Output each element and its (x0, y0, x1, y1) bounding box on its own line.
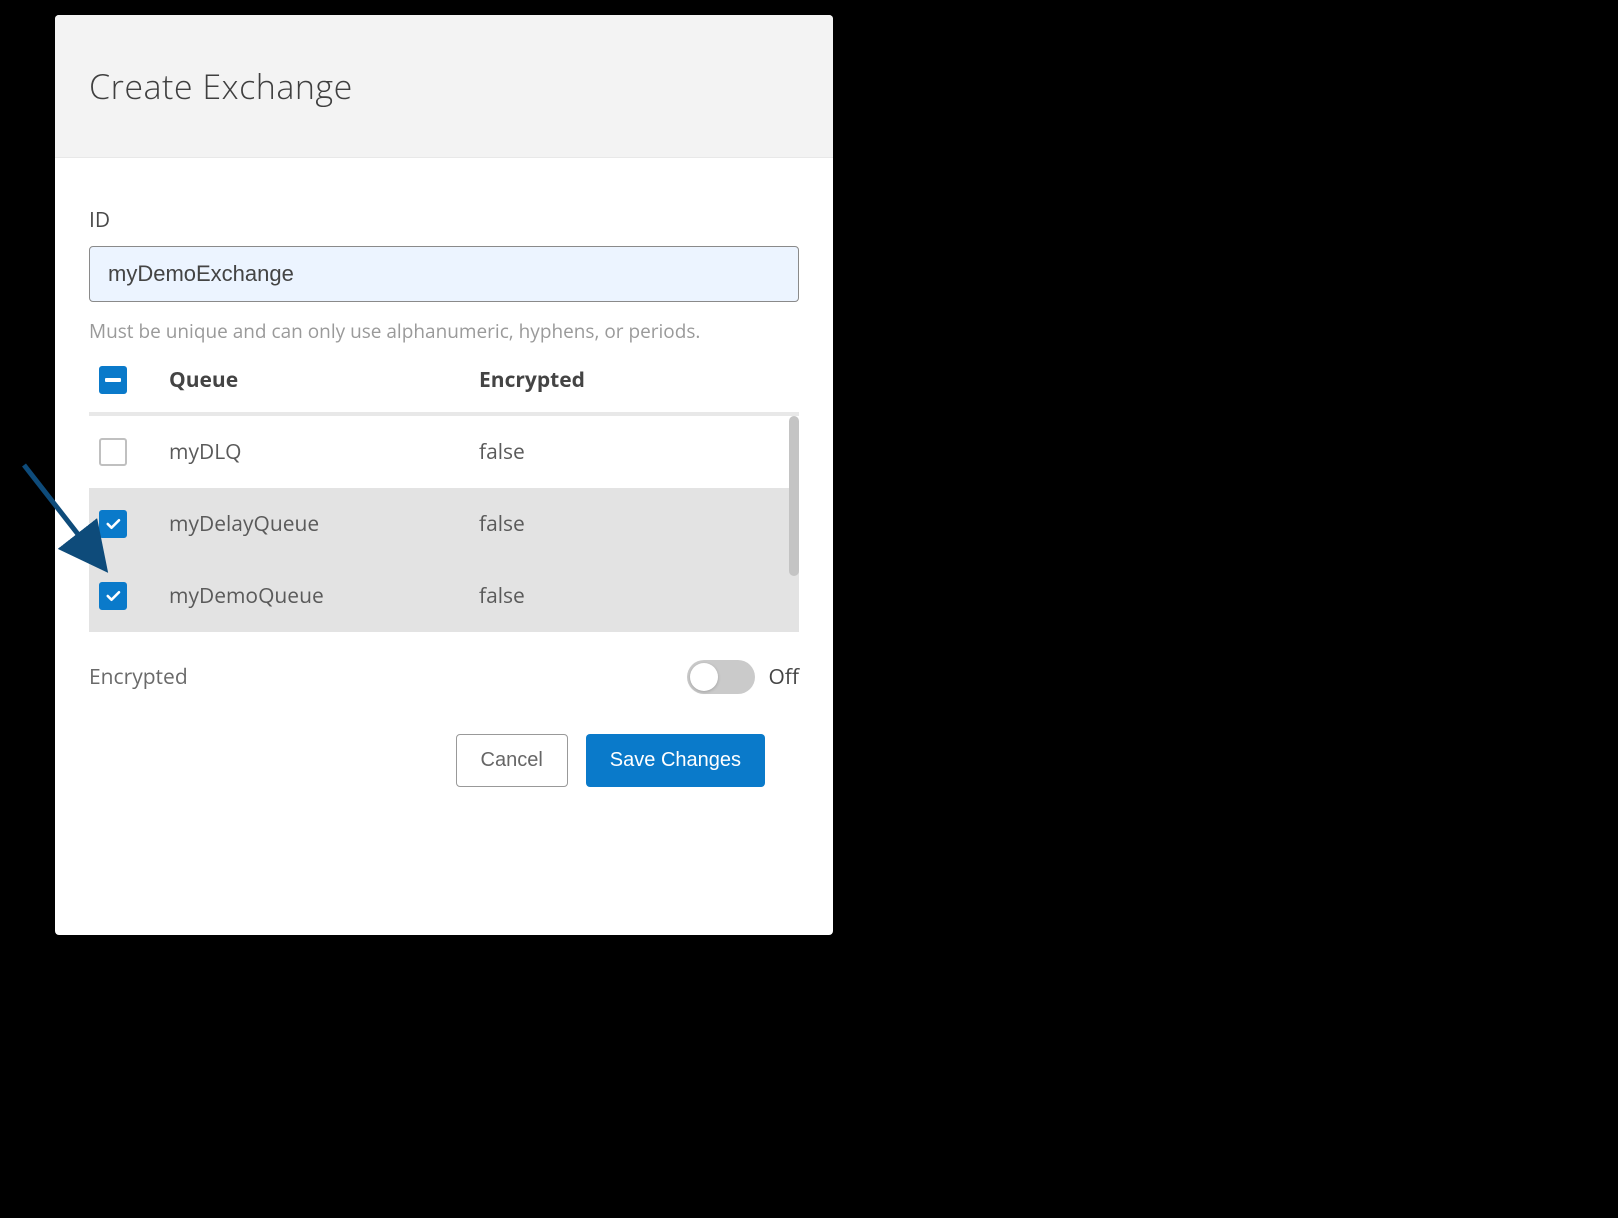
encrypted-cell: false (479, 510, 789, 538)
row-checkbox[interactable] (99, 582, 127, 610)
encrypted-toggle[interactable] (687, 660, 755, 694)
table-row[interactable]: myDelayQueue false (89, 488, 799, 560)
row-checkbox[interactable] (99, 438, 127, 466)
save-button[interactable]: Save Changes (586, 734, 765, 787)
create-exchange-dialog: Create Exchange ID Must be unique and ca… (55, 15, 833, 935)
check-icon (104, 515, 122, 533)
scrollbar[interactable] (789, 416, 799, 576)
table-row[interactable]: myDemoQueue false (89, 560, 799, 632)
minus-icon (105, 378, 121, 382)
table-body: myDLQ false myDelayQueue false (89, 416, 799, 632)
encrypted-toggle-label: Encrypted (89, 663, 188, 691)
queue-name-cell: myDelayQueue (169, 510, 479, 538)
encrypted-cell: false (479, 438, 789, 466)
toggle-state-label: Off (769, 663, 799, 691)
toggle-knob (690, 663, 718, 691)
id-input[interactable] (89, 246, 799, 302)
encrypted-cell: false (479, 582, 789, 610)
table-header-row: Queue Encrypted (89, 366, 799, 416)
encrypted-toggle-row: Encrypted Off (89, 660, 799, 694)
header-checkbox-col (99, 366, 169, 394)
cancel-button[interactable]: Cancel (456, 734, 568, 787)
id-field-label: ID (89, 206, 799, 234)
row-checkbox-col (99, 582, 169, 610)
dialog-body: ID Must be unique and can only use alpha… (55, 158, 833, 811)
row-checkbox[interactable] (99, 510, 127, 538)
dialog-footer: Cancel Save Changes (89, 694, 799, 787)
encrypted-column-header[interactable]: Encrypted (479, 366, 789, 394)
queue-name-cell: myDLQ (169, 438, 479, 466)
dialog-header: Create Exchange (55, 15, 833, 158)
dialog-title: Create Exchange (89, 63, 799, 109)
check-icon (104, 587, 122, 605)
row-checkbox-col (99, 510, 169, 538)
queue-name-cell: myDemoQueue (169, 582, 479, 610)
row-checkbox-col (99, 438, 169, 466)
id-help-text: Must be unique and can only use alphanum… (89, 318, 799, 344)
select-all-checkbox[interactable] (99, 366, 127, 394)
table-row[interactable]: myDLQ false (89, 416, 799, 488)
queue-table: Queue Encrypted myDLQ false (89, 366, 799, 632)
toggle-wrapper: Off (687, 660, 799, 694)
queue-column-header[interactable]: Queue (169, 366, 479, 394)
